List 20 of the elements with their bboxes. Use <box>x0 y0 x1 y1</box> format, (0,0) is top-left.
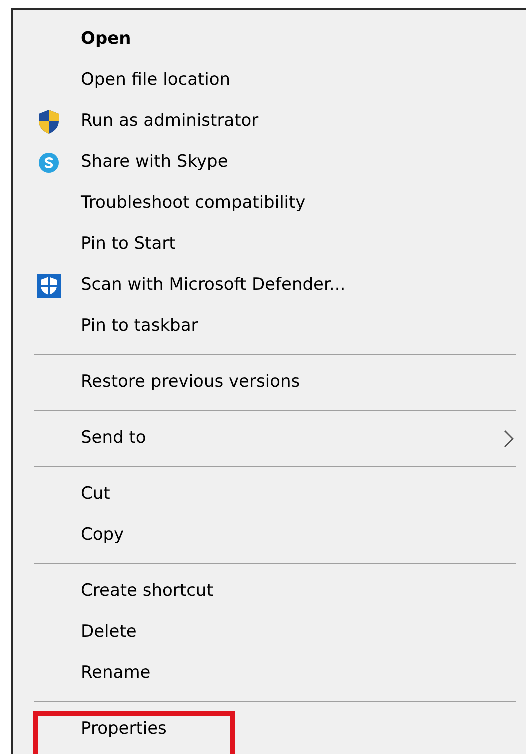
menu-item[interactable]: Open <box>81 26 132 52</box>
shield-icon <box>36 274 60 298</box>
menu-item[interactable]: Create shortcut <box>81 578 214 604</box>
chevron-right-icon <box>504 430 514 448</box>
menu-item[interactable]: Troubleshoot compatibility <box>81 190 306 216</box>
menu-item[interactable]: Scan with Microsoft Defender... <box>81 272 346 298</box>
menu-item[interactable]: Properties <box>81 716 167 742</box>
menu-item[interactable]: Run as administrator <box>81 108 259 134</box>
menu-item[interactable]: Copy <box>81 522 124 548</box>
menu-item[interactable]: Restore previous versions <box>81 370 300 396</box>
menu-item[interactable]: Cut <box>81 482 110 508</box>
menu-item[interactable]: Send to <box>81 426 146 452</box>
menu-item[interactable]: Pin to taskbar <box>81 314 198 340</box>
menu-item[interactable]: Rename <box>81 660 151 686</box>
chat-icon <box>38 152 60 174</box>
menu-item[interactable]: Pin to Start <box>81 232 176 258</box>
menu-item[interactable]: Share with Skype <box>81 150 228 176</box>
menu-item[interactable]: Open file location <box>81 68 231 94</box>
menu-item[interactable]: Delete <box>81 620 137 646</box>
shield-icon <box>36 108 60 134</box>
